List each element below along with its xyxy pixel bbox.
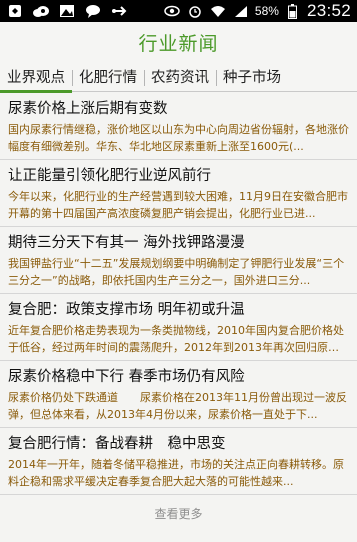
news-item[interactable]: 复合肥行情：备战春耕 稳中思变 2014年一开年，随着冬储平稳推进，市场的关注点…	[0, 428, 357, 495]
battery-icon	[284, 3, 302, 19]
news-summary: 国内尿素行情继稳，涨价地区以山东为中心向周边省份辐射，各地涨价幅度有细微差别。华…	[8, 123, 349, 153]
tab-seed-market[interactable]: 种子市场	[216, 62, 288, 92]
tab-pesticide-news[interactable]: 农药资讯	[144, 62, 216, 92]
news-title: 复合肥：政策支撑市场 明年初或升温	[8, 302, 245, 318]
news-item[interactable]: 尿素价格上涨后期有变数 国内尿素行情继稳，涨价地区以山东为中心向周边省份辐射，各…	[0, 93, 357, 160]
tab-label: 农药资讯	[151, 70, 209, 86]
news-summary: 2014年一开年，随着冬储平稳推进，市场的关注点正向春耕转移。原料企稳和需求平缓…	[8, 458, 344, 488]
signal-icon	[232, 3, 250, 19]
tab-fertilizer-market[interactable]: 化肥行情	[72, 62, 144, 92]
clock: 23:52	[306, 1, 351, 20]
news-title: 期待三分天下有其一 海外找钾路漫漫	[8, 235, 245, 251]
news-title: 尿素价格上涨后期有变数	[8, 101, 168, 117]
notification-icon	[6, 3, 24, 19]
title-bar: 行业新闻	[0, 22, 357, 62]
system-status: 58% 23:52	[163, 1, 351, 21]
battery-percent: 58%	[254, 4, 279, 18]
news-summary: 我国钾盐行业“十二五”发展规划纲要中明确制定了钾肥行业发展“三个三分之一”的战略…	[8, 257, 345, 287]
alarm-icon	[186, 3, 204, 19]
cloud-icon	[32, 3, 50, 19]
news-list: 尿素价格上涨后期有变数 国内尿素行情继稳，涨价地区以山东为中心向周边省份辐射，各…	[0, 93, 357, 495]
tab-industry-views[interactable]: 业界观点	[0, 62, 72, 93]
news-summary: 今年以来，化肥行业的生产经营遇到较大困难，11月9日在安徽合肥市开幕的第十四届国…	[8, 190, 348, 220]
news-item[interactable]: 期待三分天下有其一 海外找钾路漫漫 我国钾盐行业“十二五”发展规划纲要中明确制定…	[0, 227, 357, 294]
news-title: 尿素价格稳中下行 春季市场仍有风险	[8, 369, 245, 385]
tab-label: 业界观点	[7, 70, 65, 86]
news-item[interactable]: 尿素价格稳中下行 春季市场仍有风险 尿素价格仍处下跌通道 尿素价格在2013年1…	[0, 361, 357, 428]
news-item[interactable]: 让正能量引领化肥行业逆风前行 今年以来，化肥行业的生产经营遇到较大困难，11月9…	[0, 160, 357, 227]
page-title: 行业新闻	[138, 32, 219, 55]
wifi-icon	[209, 3, 227, 19]
notification-area	[6, 3, 163, 19]
tab-label: 种子市场	[223, 70, 281, 86]
news-title: 复合肥行情：备战春耕 稳中思变	[8, 436, 226, 452]
chat-icon	[84, 3, 102, 19]
status-bar: 58% 23:52	[0, 0, 357, 22]
news-item[interactable]: 复合肥：政策支撑市场 明年初或升温 近年复合肥价格走势表现为一条类抛物线，201…	[0, 294, 357, 361]
news-summary: 近年复合肥价格走势表现为一条类抛物线，2010年国内复合肥价格处于低谷，经过两年…	[8, 324, 344, 354]
image-icon	[58, 3, 76, 19]
eye-icon	[163, 3, 181, 19]
news-title: 让正能量引领化肥行业逆风前行	[8, 168, 211, 184]
usb-icon	[110, 3, 128, 19]
load-more-button[interactable]: 查看更多	[0, 505, 357, 522]
category-tabs: 业界观点 化肥行情 农药资讯 种子市场	[0, 62, 357, 93]
tab-label: 化肥行情	[79, 70, 137, 86]
news-summary: 尿素价格仍处下跌通道 尿素价格在2013年11月份曾出现过一波反弹，但总体来看，…	[8, 391, 347, 421]
